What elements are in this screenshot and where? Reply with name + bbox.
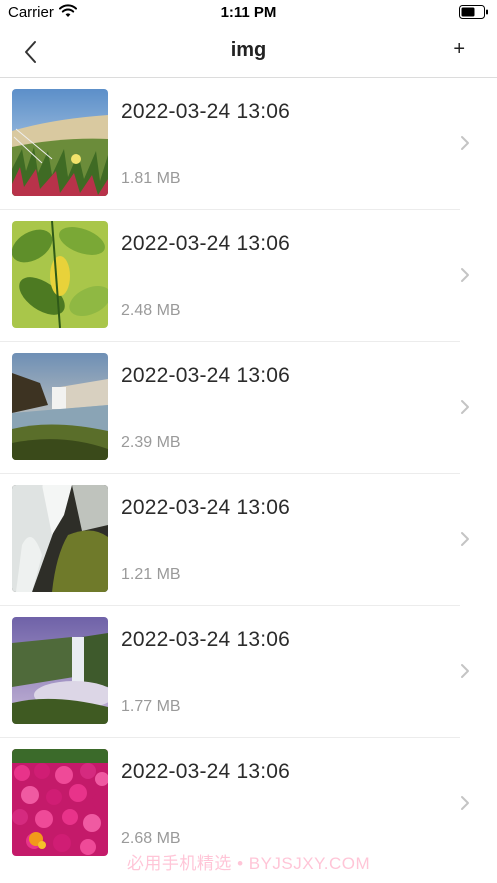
list-item[interactable]: 2022-03-24 13:06 2.39 MB [0, 342, 497, 474]
status-bar: Carrier 1:11 PM [0, 0, 497, 26]
file-date: 2022-03-24 13:06 [121, 628, 291, 651]
battery-icon [459, 5, 488, 19]
watermark: 必用手机精选 • BYJSJXY.COM [126, 854, 371, 873]
list-item[interactable]: 2022-03-24 13:06 1.21 MB [0, 474, 497, 606]
clock: 1:11 PM [220, 4, 277, 21]
file-size: 1.21 MB [121, 566, 181, 583]
thumbnail-green-leaves [12, 221, 108, 328]
navigation-bar: img + [0, 26, 497, 78]
file-size: 2.48 MB [121, 302, 181, 319]
chevron-right-icon [461, 664, 469, 678]
file-size: 1.77 MB [121, 698, 181, 715]
page-title: img [230, 39, 267, 61]
list-item[interactable]: 2022-03-24 13:06 2.48 MB [0, 210, 497, 342]
file-size: 2.68 MB [121, 830, 181, 847]
file-date: 2022-03-24 13:06 [121, 760, 291, 783]
add-button[interactable]: + [453, 38, 465, 61]
chevron-right-icon [461, 796, 469, 810]
file-list: 2022-03-24 13:06 1.81 MB 2022-03-24 13:0… [0, 78, 497, 870]
chevron-right-icon [461, 136, 469, 150]
chevron-right-icon [461, 532, 469, 546]
file-date: 2022-03-24 13:06 [121, 232, 291, 255]
file-date: 2022-03-24 13:06 [121, 100, 291, 123]
chevron-right-icon [461, 400, 469, 414]
file-date: 2022-03-24 13:06 [121, 496, 291, 519]
list-item[interactable]: 2022-03-24 13:06 1.81 MB [0, 78, 497, 210]
list-item[interactable]: 2022-03-24 13:06 1.77 MB [0, 606, 497, 738]
thumbnail-pink-flowers [12, 749, 108, 856]
file-size: 2.39 MB [121, 434, 181, 451]
thumbnail-waterfall-mist [12, 617, 108, 724]
thumbnail-waterfall-mossy [12, 485, 108, 592]
file-size: 1.81 MB [121, 170, 181, 187]
thumbnail-dune-flowers [12, 89, 108, 196]
thumbnail-waterfall-cliff [12, 353, 108, 460]
file-date: 2022-03-24 13:06 [121, 364, 291, 387]
chevron-right-icon [461, 268, 469, 282]
